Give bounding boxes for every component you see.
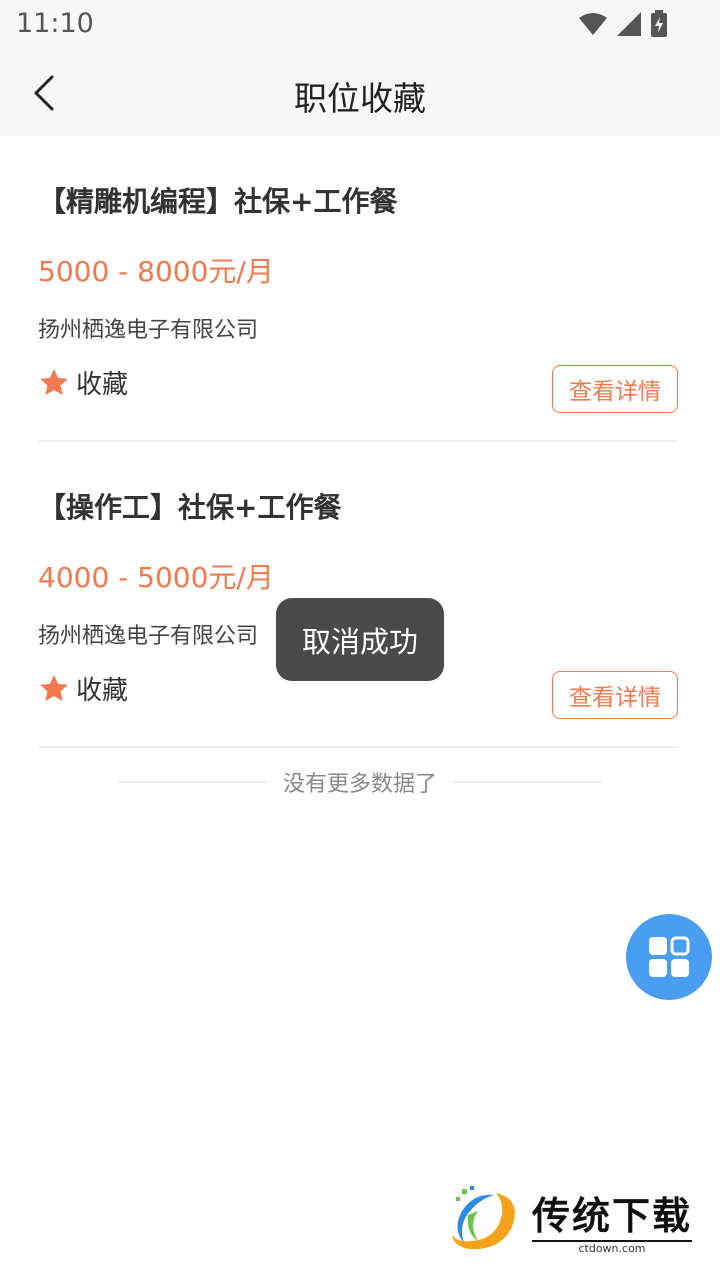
- nav-bar: 职位收藏: [0, 50, 720, 136]
- job-salary: 5000 - 8000元/月: [38, 255, 274, 288]
- status-icons: [578, 10, 668, 38]
- watermark-text: 传统下载: [532, 1194, 693, 1238]
- favorite-label: 收藏: [76, 370, 129, 400]
- favorite-toggle[interactable]: 收藏: [38, 670, 128, 707]
- status-bar: 11:10: [0, 0, 720, 50]
- star-icon: [40, 368, 68, 395]
- signal-icon: [617, 12, 641, 36]
- job-title: 【精雕机编程】社保+工作餐: [38, 185, 398, 218]
- toast-message: 取消成功: [276, 598, 444, 681]
- company-name: 扬州栖逸电子有限公司: [38, 624, 259, 649]
- view-detail-button[interactable]: 查看详情: [552, 671, 678, 719]
- page-title: 职位收藏: [294, 79, 426, 118]
- battery-icon: [651, 10, 667, 37]
- favorite-toggle[interactable]: 收藏: [38, 364, 128, 401]
- divider-left: [118, 781, 267, 783]
- company-name: 扬州栖逸电子有限公司: [38, 318, 259, 343]
- list-end-indicator: 没有更多数据了: [118, 764, 603, 800]
- job-card[interactable]: 【精雕机编程】社保+工作餐 5000 - 8000元/月 扬州栖逸电子有限公司 …: [38, 136, 678, 442]
- watermark-sub: ctdown.com: [532, 1240, 692, 1255]
- logo-icon: [452, 1186, 515, 1250]
- job-title: 【操作工】社保+工作餐: [38, 491, 342, 524]
- no-more-text: 没有更多数据了: [283, 772, 438, 797]
- view-detail-button[interactable]: 查看详情: [552, 365, 678, 413]
- star-icon: [40, 674, 68, 701]
- watermark-text-group: 传统下载 ctdown.com: [532, 1185, 692, 1255]
- job-salary: 4000 - 5000元/月: [38, 561, 274, 594]
- watermark: 传统下载 ctdown.com: [448, 1184, 698, 1256]
- grid-icon: [649, 936, 690, 977]
- job-card[interactable]: 【操作工】社保+工作餐 4000 - 5000元/月 扬州栖逸电子有限公司 收藏…: [38, 442, 678, 748]
- grid-menu-button[interactable]: [626, 914, 712, 1000]
- divider-right: [453, 781, 603, 783]
- favorite-label: 收藏: [76, 676, 129, 706]
- status-time: 11:10: [16, 8, 94, 39]
- wifi-icon: [579, 13, 607, 35]
